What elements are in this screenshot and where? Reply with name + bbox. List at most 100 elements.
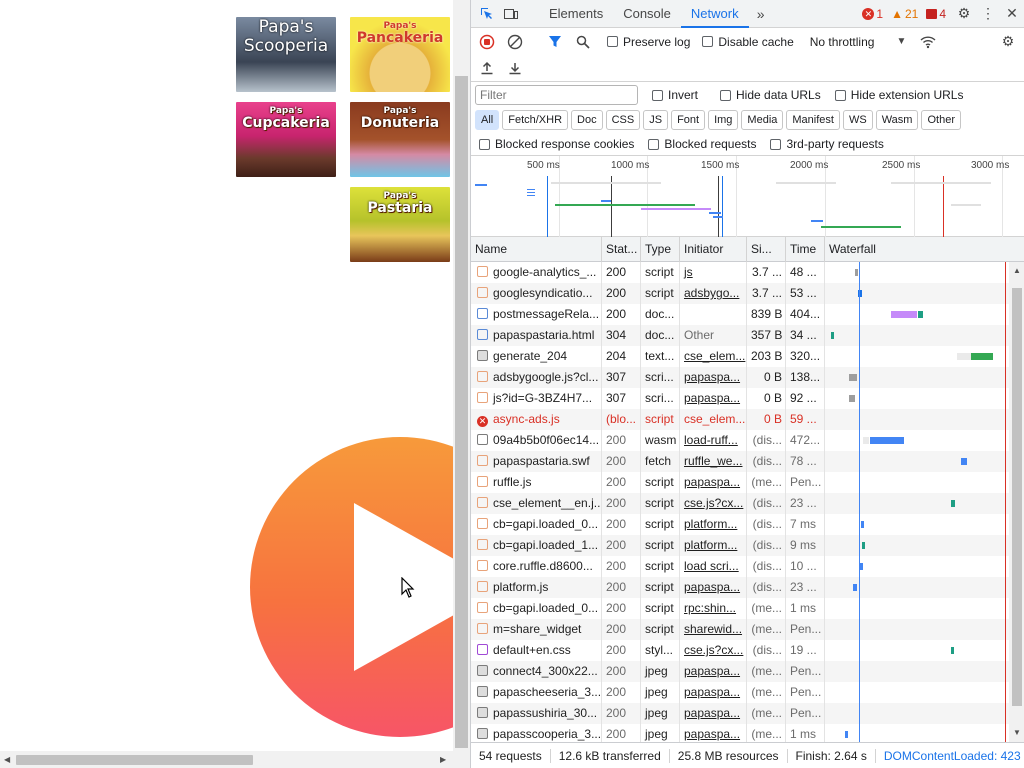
request-list-scrollbar[interactable]: ▲ ▼ — [1009, 262, 1024, 742]
page-vertical-scrollbar[interactable] — [453, 0, 470, 768]
inspect-element-icon[interactable] — [475, 2, 499, 26]
game-tile-cupcakeria[interactable]: Papa's Cupcakeria — [236, 102, 336, 177]
table-row[interactable]: cb=gapi.loaded_1... 200 script platform... (… — [471, 535, 1009, 556]
cell-initiator[interactable]: papaspa... — [680, 472, 747, 493]
table-row[interactable]: papascheeseria_3... 200 jpeg papaspa... (me.… — [471, 682, 1009, 703]
type-filter-doc[interactable]: Doc — [571, 110, 603, 130]
type-filter-all[interactable]: All — [475, 110, 500, 130]
blocked-requests-checkbox[interactable]: Blocked requests — [648, 137, 756, 151]
cell-name[interactable]: m=share_widget — [471, 619, 602, 640]
page-scroll-thumb[interactable] — [455, 76, 468, 748]
table-row[interactable]: googlesyndicatio... 200 script adsbygo... 3.… — [471, 283, 1009, 304]
checkbox-box[interactable] — [479, 138, 490, 150]
col-type-header[interactable]: Type — [641, 237, 680, 262]
cell-name[interactable]: cb=gapi.loaded_0... — [471, 514, 602, 535]
game-tile-pastaria[interactable]: Papa's Pastaria — [350, 187, 450, 262]
type-filter-wasm[interactable]: Wasm — [875, 110, 919, 130]
scroll-right-icon[interactable]: ▶ — [440, 755, 446, 764]
table-row[interactable]: papaspastaria.swf 200 fetch ruffle_we... (di… — [471, 451, 1009, 472]
checkbox-box[interactable] — [652, 89, 663, 101]
device-toolbar-icon[interactable] — [499, 2, 523, 26]
record-stop-icon[interactable] — [475, 30, 499, 54]
filter-input[interactable]: Filter — [475, 85, 638, 105]
cell-name[interactable]: generate_204 — [471, 346, 602, 367]
scroll-left-icon[interactable]: ◀ — [4, 755, 10, 764]
horizontal-scrollbar[interactable]: ◀ ▶ — [0, 751, 453, 768]
table-row[interactable]: cb=gapi.loaded_0... 200 script platform... (… — [471, 514, 1009, 535]
cell-initiator[interactable]: papaspa... — [680, 367, 747, 388]
game-tile-donuteria[interactable]: Papa's Donuteria — [350, 102, 450, 177]
table-row[interactable]: cb=gapi.loaded_0... 200 script rpc:shin... (… — [471, 598, 1009, 619]
cell-initiator[interactable]: cse.js?cx... — [680, 493, 747, 514]
col-time-header[interactable]: Time — [786, 237, 825, 262]
checkbox-box[interactable] — [648, 138, 660, 150]
cell-initiator[interactable]: papaspa... — [680, 703, 747, 724]
cell-name[interactable]: platform.js — [471, 577, 602, 598]
table-row[interactable]: cse_element__en.j... 200 script cse.js?cx..… — [471, 493, 1009, 514]
hide-data-urls-checkbox[interactable]: Hide data URLs — [720, 88, 821, 102]
type-filter-ws[interactable]: WS — [842, 110, 873, 130]
disable-cache-checkbox[interactable]: Disable cache — [702, 35, 794, 49]
table-row[interactable]: js?id=G-3BZ4H7... 307 scri... papaspa... 0 B… — [471, 388, 1009, 409]
table-row[interactable]: core.ruffle.d8600... 200 script load scri..… — [471, 556, 1009, 577]
cell-initiator[interactable]: papaspa... — [680, 682, 747, 703]
cell-initiator[interactable]: ruffle_we... — [680, 451, 747, 472]
request-list-scroll-thumb[interactable] — [1012, 288, 1022, 706]
tab-network[interactable]: Network — [680, 0, 749, 28]
tab-console[interactable]: Console — [613, 0, 681, 28]
col-name-header[interactable]: Name — [471, 237, 602, 262]
checkbox-box[interactable] — [702, 36, 714, 47]
network-settings-gear-icon[interactable]: ⚙ — [996, 30, 1020, 54]
table-row[interactable]: papassushiria_30... 200 jpeg papaspa... (me.… — [471, 703, 1009, 724]
network-overview-timeline[interactable]: 500 ms 1000 ms 1500 ms 2000 ms 2500 ms 3… — [471, 155, 1024, 238]
filter-icon[interactable] — [543, 30, 567, 54]
cell-name[interactable]: 09a4b5b0f06ec14... — [471, 430, 602, 451]
checkbox-box[interactable] — [720, 89, 732, 101]
type-filter-css[interactable]: CSS — [605, 110, 641, 130]
cell-name[interactable]: js?id=G-3BZ4H7... — [471, 388, 602, 409]
cell-initiator[interactable]: platform... — [680, 535, 747, 556]
table-row[interactable]: postmessageRela... 200 doc... 839 B 404... — [471, 304, 1009, 325]
type-filter-other[interactable]: Other — [921, 110, 961, 130]
game-tile-scooperia[interactable]: Papa's Scooperia — [236, 17, 336, 92]
cell-name[interactable]: googlesyndicatio... — [471, 283, 602, 304]
cell-name[interactable]: cb=gapi.loaded_0... — [471, 598, 602, 619]
cell-name[interactable]: papaspastaria.html — [471, 325, 602, 346]
type-filter-manifest[interactable]: Manifest — [786, 110, 840, 130]
third-party-checkbox[interactable]: 3rd-party requests — [770, 137, 884, 151]
table-row[interactable]: google-analytics_... 200 script js 3.7 ... 48… — [471, 262, 1009, 283]
cell-initiator[interactable]: adsbygo... — [680, 283, 747, 304]
cell-name[interactable]: papaspastaria.swf — [471, 451, 602, 472]
cell-initiator[interactable]: sharewid... — [680, 619, 747, 640]
cell-initiator[interactable]: cse_elem... — [680, 409, 747, 430]
cell-name[interactable]: core.ruffle.d8600... — [471, 556, 602, 577]
table-row[interactable]: papasscooperia_3... 200 jpeg papaspa... (me.… — [471, 724, 1009, 742]
table-row[interactable]: platform.js 200 script papaspa... (dis... 23 … — [471, 577, 1009, 598]
horizontal-scroll-thumb[interactable] — [16, 755, 253, 765]
type-filter-font[interactable]: Font — [671, 110, 706, 130]
cell-name[interactable]: default+en.css — [471, 640, 602, 661]
cell-initiator[interactable]: js — [680, 262, 747, 283]
preserve-log-checkbox[interactable]: Preserve log — [607, 35, 690, 49]
blocked-cookies-checkbox[interactable]: Blocked response cookies — [479, 137, 634, 151]
cell-initiator[interactable]: cse_elem... — [680, 346, 747, 367]
checkbox-box[interactable] — [607, 36, 618, 47]
table-row[interactable]: connect4_300x22... 200 jpeg papaspa... (me..… — [471, 661, 1009, 682]
cell-name[interactable]: ruffle.js — [471, 472, 602, 493]
cell-name[interactable]: papassushiria_30... — [471, 703, 602, 724]
cell-initiator[interactable]: platform... — [680, 514, 747, 535]
invert-checkbox[interactable]: Invert — [652, 88, 698, 102]
scroll-up-icon[interactable]: ▲ — [1013, 266, 1021, 275]
throttling-select[interactable]: No throttling — [810, 35, 875, 49]
table-row[interactable]: papaspastaria.html 304 doc... Other 357 B 34 … — [471, 325, 1009, 346]
search-icon[interactable] — [571, 30, 595, 54]
cell-name[interactable]: ✕ async-ads.js — [471, 409, 602, 430]
cell-name[interactable]: papascheeseria_3... — [471, 682, 602, 703]
import-har-icon[interactable] — [475, 56, 499, 80]
table-row[interactable]: ruffle.js 200 script papaspa... (me... Pen... — [471, 472, 1009, 493]
type-filter-img[interactable]: Img — [708, 110, 739, 130]
cell-name[interactable]: postmessageRela... — [471, 304, 602, 325]
tab-elements[interactable]: Elements — [539, 0, 613, 28]
cell-name[interactable]: adsbygoogle.js?cl... — [471, 367, 602, 388]
cell-name[interactable]: papasscooperia_3... — [471, 724, 602, 742]
